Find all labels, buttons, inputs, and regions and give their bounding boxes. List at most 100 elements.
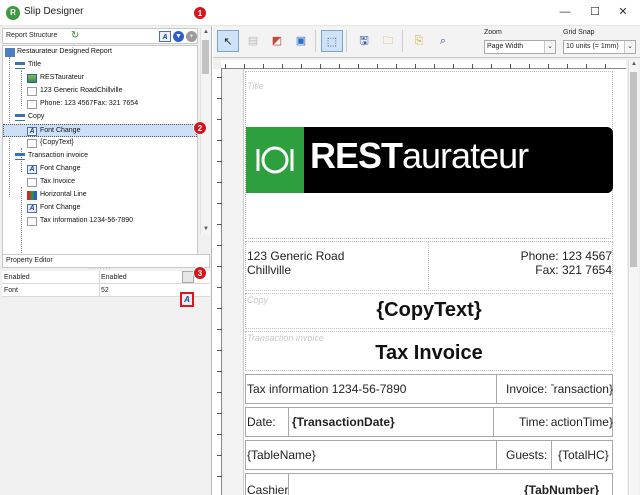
- property-divider: [99, 271, 100, 284]
- save-button[interactable]: 🖫: [353, 30, 375, 52]
- tree-node[interactable]: Restaurateur Designed Report: [3, 46, 197, 59]
- cashier-label: Cashier: [247, 483, 289, 495]
- tree-node[interactable]: {CopyText}: [3, 137, 197, 150]
- tree-node[interactable]: A Font Change: [3, 202, 197, 215]
- phone-text: Phone: 123 4567: [520, 249, 612, 263]
- tree-node[interactable]: Tax Invoice: [3, 176, 197, 189]
- time-label: Time:: [519, 415, 549, 429]
- address-line-1: 123 Generic Road: [247, 249, 345, 263]
- add-font-change-icon[interactable]: A: [159, 31, 171, 42]
- section-icon: [15, 114, 25, 121]
- text-icon: [27, 139, 37, 148]
- zoom-select[interactable]: Page Width ⌄: [484, 40, 556, 54]
- slip-page[interactable]: Title RESTaurateur 123 Generic Road Chil…: [243, 69, 627, 495]
- toolbar-separator: [315, 30, 316, 52]
- scroll-down-icon[interactable]: ▼: [201, 226, 211, 232]
- move-down-icon[interactable]: ▼: [173, 31, 184, 42]
- tree-node-label: Tax information 1234-56-7890: [40, 217, 134, 224]
- insert-image-button[interactable]: ◩: [266, 30, 288, 52]
- close-button[interactable]: ✕: [610, 3, 636, 21]
- select-pointer-button[interactable]: ↖: [217, 30, 239, 52]
- tree-node-label: Tax Invoice: [40, 178, 76, 185]
- property-row-enabled[interactable]: Enabled Enabled: [2, 271, 210, 284]
- ruler-tick: [217, 455, 222, 456]
- maximize-button[interactable]: ☐: [582, 3, 608, 21]
- designer-toolbar: ↖ ▤ ◩ ▣ ⬚ 🖫 🗀 ⎘ ⌕ Zoom Page Width ⌄ Grid…: [213, 26, 640, 58]
- tree-node[interactable]: Tax information 1234-56-7890: [3, 215, 197, 228]
- design-canvas[interactable]: Title RESTaurateur 123 Generic Road Chil…: [223, 69, 627, 495]
- property-grid: Enabled Enabled Font 52: [2, 271, 210, 297]
- canvas-scroll-thumb[interactable]: [630, 72, 637, 267]
- property-key: Enabled: [4, 274, 30, 281]
- tree-node-label: Transaction invoice: [28, 152, 89, 159]
- designer-area: ↖ ▤ ◩ ▣ ⬚ 🖫 🗀 ⎘ ⌕ Zoom Page Width ⌄ Grid…: [213, 26, 640, 495]
- tree-node-label: {CopyText}: [40, 139, 74, 146]
- tree-node[interactable]: Horizontal Line: [3, 189, 197, 202]
- text-icon: [27, 87, 37, 96]
- text-icon: [27, 217, 37, 226]
- app-logo-icon: R: [6, 6, 20, 20]
- ruler-tick: [217, 98, 222, 99]
- chevron-down-icon[interactable]: ⌄: [624, 41, 635, 53]
- ruler-tick: [217, 329, 222, 330]
- property-value[interactable]: 52: [101, 287, 109, 294]
- ruler-tick: [217, 203, 222, 204]
- font-picker-button[interactable]: A: [180, 292, 194, 307]
- restaurateur-logo[interactable]: RESTaurateur: [246, 127, 613, 193]
- canvas-scrollbar[interactable]: ▲: [628, 60, 639, 495]
- tree-node[interactable]: 123 Generic RoadChillville: [3, 85, 197, 98]
- property-row-font[interactable]: Font 52: [2, 284, 210, 297]
- preview-button[interactable]: ⌕: [432, 30, 454, 52]
- grid-snap-select[interactable]: 10 units (= 1mm) ⌄: [563, 40, 636, 54]
- guests-value: {TotalHC}: [558, 448, 609, 462]
- font-change-icon: A: [27, 127, 37, 136]
- chevron-down-icon[interactable]: ⌄: [544, 41, 555, 53]
- image-icon: [27, 74, 37, 83]
- ruler-tick: [217, 287, 222, 288]
- tree-node-label: Font Change: [40, 127, 81, 134]
- property-value[interactable]: Enabled: [101, 274, 127, 281]
- property-editor-header: Property Editor: [2, 254, 210, 268]
- tree-node[interactable]: Phone: 123 4567Fax: 321 7654: [3, 98, 197, 111]
- tree-node-selected[interactable]: A Font Change: [3, 124, 197, 137]
- zoom-value: Page Width: [487, 43, 524, 50]
- grid-snap-label: Grid Snap: [563, 29, 595, 36]
- tree-scroll-thumb[interactable]: [202, 40, 209, 74]
- table-name-text: {TableName}: [247, 448, 316, 462]
- minimize-button[interactable]: —: [552, 3, 578, 21]
- property-divider: [99, 284, 100, 297]
- callout-badge-3: 3: [193, 266, 207, 280]
- tree-node[interactable]: RESTaurateur: [3, 72, 197, 85]
- tree-node[interactable]: Copy: [3, 111, 197, 124]
- tree-node-label: Horizontal Line: [40, 191, 87, 198]
- ruler-tick: [217, 476, 222, 477]
- copy-text: {CopyText}: [376, 299, 482, 321]
- ruler-tick: [217, 245, 222, 246]
- scroll-up-icon[interactable]: ▲: [201, 29, 211, 35]
- page-icon-button[interactable]: ▤: [242, 30, 264, 52]
- ruler-tick: [217, 308, 222, 309]
- add-item-icon[interactable]: +: [186, 31, 197, 42]
- ruler-tick: [217, 182, 222, 183]
- font-change-icon: A: [27, 165, 37, 174]
- grid-toggle-button[interactable]: ⬚: [321, 30, 343, 52]
- section-icon: [15, 62, 25, 69]
- font-change-icon: A: [27, 204, 37, 213]
- tree-node[interactable]: A Font Change: [3, 163, 197, 176]
- left-panel: Report Structure ↻ A ▼ + Restaurateur De…: [0, 26, 212, 495]
- ruler-tick: [217, 266, 222, 267]
- tree-node[interactable]: Transaction invoice: [3, 150, 197, 163]
- toolbar-separator: [346, 30, 347, 52]
- open-folder-button[interactable]: 🗀: [377, 30, 399, 52]
- property-key: Font: [4, 287, 19, 294]
- insert-box-button[interactable]: ▣: [290, 30, 312, 52]
- export-button[interactable]: ⎘: [408, 30, 430, 52]
- fax-text: Fax: 321 7654: [535, 263, 612, 277]
- tree-node-label: Phone: 123 4567Fax: 321 7654: [40, 100, 139, 107]
- ruler-tick: [217, 434, 222, 435]
- tree-node[interactable]: Title: [3, 59, 197, 72]
- ruler-tick: [217, 119, 222, 120]
- ruler-tick: [217, 350, 222, 351]
- scroll-up-icon[interactable]: ▲: [629, 61, 639, 67]
- refresh-icon[interactable]: ↻: [71, 30, 79, 41]
